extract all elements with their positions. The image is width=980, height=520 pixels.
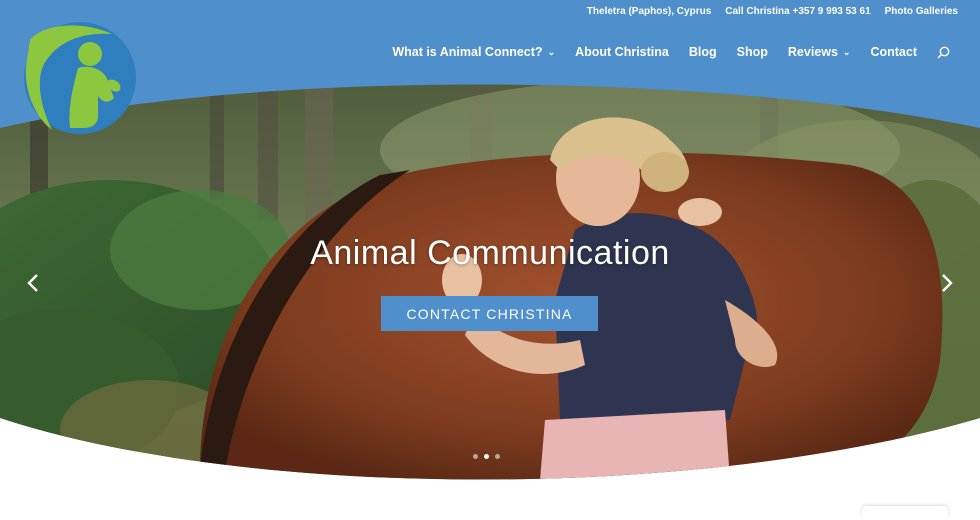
chevron-down-icon: ⌄ — [842, 46, 851, 57]
nav-label: Blog — [688, 45, 717, 59]
hero-headline: Animal Communication — [310, 234, 670, 272]
slide-dot-3[interactable] — [495, 454, 500, 459]
photo-galleries-link[interactable]: Photo Galleries — [885, 6, 958, 17]
nav-item-shop[interactable]: Shop — [737, 45, 768, 59]
nav-item-blog[interactable]: Blog — [689, 45, 717, 59]
nav-item-about-christina[interactable]: About Christina — [575, 45, 669, 59]
slide-dot-2[interactable] — [484, 454, 489, 459]
top-utility-bar: Theletra (Paphos), Cyprus Call Christina… — [587, 6, 958, 17]
nav-label: What is Animal Connect? — [392, 45, 543, 59]
slide-dot-1[interactable] — [473, 454, 478, 459]
nav-label: About Christina — [575, 45, 669, 59]
search-button[interactable] — [937, 46, 950, 59]
chevron-left-icon[interactable] — [26, 272, 40, 300]
main-nav: What is Animal Connect? ⌄ About Christin… — [392, 45, 950, 59]
slider-pagination — [473, 454, 500, 459]
nav-label: Contact — [870, 45, 917, 59]
location-link[interactable]: Theletra (Paphos), Cyprus — [587, 6, 711, 17]
corner-widget[interactable] — [862, 506, 948, 520]
nav-label: Reviews — [787, 45, 838, 59]
chevron-down-icon: ⌄ — [547, 46, 556, 57]
logo-mark — [24, 22, 136, 134]
nav-item-reviews[interactable]: Reviews ⌄ — [788, 45, 851, 59]
nav-item-contact[interactable]: Contact — [870, 45, 917, 59]
nav-item-what-is-animal-connect[interactable]: What is Animal Connect? ⌄ — [392, 45, 555, 59]
phone-link[interactable]: Call Christina +357 9 993 53 61 — [725, 6, 870, 17]
chevron-right-icon[interactable] — [940, 272, 954, 300]
search-icon — [937, 46, 950, 59]
contact-christina-button[interactable]: CONTACT CHRISTINA — [381, 296, 598, 331]
nav-label: Shop — [736, 45, 768, 59]
site-logo[interactable] — [22, 20, 138, 136]
